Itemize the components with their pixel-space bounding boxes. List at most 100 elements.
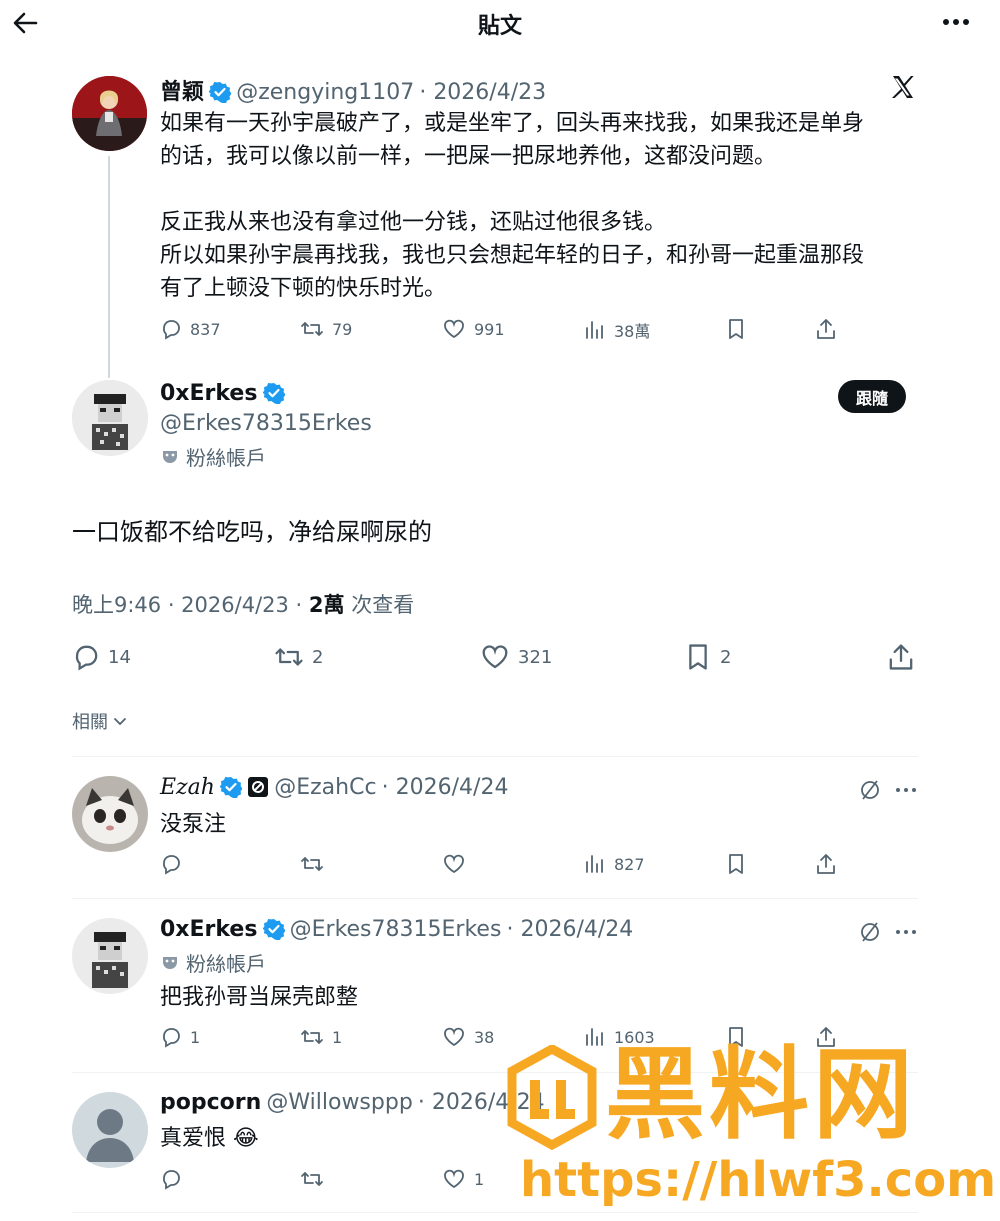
analytics-icon (586, 321, 603, 339)
reply-icon (163, 855, 180, 875)
heart-icon (482, 645, 508, 669)
reply-text: 真爱恨 😂 (160, 1126, 259, 1151)
post-date[interactable]: · 2026/4/23 (419, 80, 546, 105)
avatar[interactable] (72, 776, 148, 852)
repost-count: 79 (332, 319, 353, 339)
author-handle[interactable]: @Erkes78315Erkes (290, 917, 502, 942)
bookmark-button[interactable]: 2 (684, 643, 731, 671)
avatar[interactable] (72, 1092, 148, 1168)
heart-icon (444, 854, 464, 874)
bookmark-count: 2 (720, 646, 732, 668)
chevron-down-icon (114, 718, 126, 726)
author-name[interactable]: popcorn (160, 1090, 261, 1115)
more-options-icon[interactable] (895, 786, 917, 794)
heart-icon (444, 319, 464, 339)
follow-button[interactable]: 跟隨 (838, 380, 906, 413)
verified-badge-icon (220, 776, 243, 798)
bookmark-icon[interactable] (725, 853, 747, 875)
views-button[interactable]: 38萬 (584, 318, 650, 342)
avatar[interactable] (72, 380, 148, 456)
like-button[interactable]: 1 (442, 1168, 484, 1190)
repost-count: 1 (332, 1027, 343, 1047)
more-options-icon[interactable] (940, 10, 972, 34)
watermark-url: https://hlwf3.com (520, 1152, 997, 1208)
x-logo-icon[interactable] (890, 74, 916, 100)
reply-header: Ezah @EzahCc · 2026/4/24 (160, 775, 508, 800)
repost-button[interactable]: 79 (300, 318, 352, 340)
author-name[interactable]: 0xErkes (160, 917, 257, 942)
more-options-icon[interactable] (895, 928, 917, 936)
grok-icon[interactable] (858, 920, 882, 944)
repost-count: 2 (312, 646, 324, 668)
share-icon[interactable] (815, 318, 837, 340)
author-name[interactable]: Ezah (160, 775, 215, 800)
related-dropdown[interactable]: 相關 (72, 708, 128, 734)
bookmark-icon (689, 644, 707, 670)
reply-icon (75, 645, 98, 671)
verified-badge-icon (262, 382, 285, 404)
text-line: 有了上顿没下顿的快乐时光。 (160, 276, 447, 301)
verified-badge-icon (209, 81, 232, 103)
repost-button[interactable]: 1 (300, 1026, 342, 1048)
reply-count: 1 (190, 1027, 201, 1047)
related-label: 相關 (72, 712, 108, 733)
thread-line (108, 156, 110, 378)
views-button[interactable]: 827 (584, 853, 645, 875)
like-button[interactable]: 991 (442, 318, 505, 340)
repost-button[interactable] (300, 1168, 332, 1190)
like-count: 991 (474, 319, 505, 339)
fan-account-label: 粉絲帳戶 (186, 446, 266, 470)
mask-icon (163, 956, 177, 969)
grok-icon[interactable] (858, 778, 882, 802)
verified-badge-icon (262, 918, 285, 940)
quoted-tweet-header: 曾颖 @zengying1107 · 2026/4/23 (160, 74, 546, 106)
avatar[interactable] (72, 76, 147, 151)
reply-header: popcorn @Willowsppp · 2026/4/24 (160, 1090, 545, 1115)
watermark-brand: 黑料网 (605, 1036, 917, 1153)
repost-icon (301, 1030, 323, 1044)
bookmark-icon[interactable] (725, 318, 747, 340)
divider (72, 898, 918, 899)
reply-button[interactable]: 837 (160, 318, 221, 340)
author-handle[interactable]: @EzahCc (274, 775, 376, 800)
fan-account-badge: 粉絲帳戶 (160, 948, 266, 977)
reply-icon (163, 320, 180, 340)
author-handle[interactable]: @Willowsppp (266, 1090, 412, 1115)
avatar[interactable] (72, 918, 148, 994)
view-count: 827 (614, 854, 645, 874)
repost-icon (301, 1172, 323, 1186)
heart-icon (444, 1169, 464, 1189)
repost-icon (275, 648, 303, 666)
share-icon[interactable] (887, 643, 915, 671)
share-icon[interactable] (815, 853, 837, 875)
repost-button[interactable]: 2 (274, 643, 323, 671)
author-name[interactable]: 0xErkes (160, 381, 257, 406)
watermark-logo (505, 1045, 600, 1150)
reply-count: 837 (190, 319, 221, 339)
fan-account-label: 粉絲帳戶 (186, 952, 266, 976)
post-time[interactable]: 晚上9:46 · 2026/4/23 · (72, 593, 309, 617)
repost-button[interactable] (300, 853, 332, 875)
like-count: 1 (474, 1169, 485, 1189)
tweet-meta: 晚上9:46 · 2026/4/23 · 2萬 次查看 (72, 589, 414, 619)
reply-button[interactable] (160, 853, 190, 875)
author-handle[interactable]: @Erkes78315Erkes (160, 411, 372, 436)
repost-icon (301, 322, 323, 336)
author-name[interactable]: 曾颖 (160, 80, 204, 105)
author-handle[interactable]: @zengying1107 (236, 80, 414, 105)
text-line: 反正我从来也没有拿过他一分钱，还贴过他很多钱。 (160, 210, 667, 235)
like-button[interactable]: 321 (480, 643, 552, 671)
post-date[interactable]: · 2026/4/24 (507, 917, 634, 942)
like-button[interactable]: 38 (442, 1026, 494, 1048)
view-count: 2萬 (308, 593, 345, 617)
reply-button[interactable]: 1 (160, 1026, 200, 1048)
text-line: 所以如果孙宇晨再找我，我也只会想起年轻的日子，和孙哥一起重温那段 (160, 243, 865, 268)
like-button[interactable] (442, 853, 474, 875)
reply-text: 没泵注 (160, 812, 227, 837)
heart-icon (444, 1027, 464, 1047)
post-date[interactable]: · 2026/4/24 (382, 775, 509, 800)
reply-button[interactable] (160, 1168, 190, 1190)
view-count: 38萬 (614, 322, 651, 341)
affiliate-badge-icon (247, 776, 269, 798)
reply-button[interactable]: 14 (72, 643, 131, 671)
